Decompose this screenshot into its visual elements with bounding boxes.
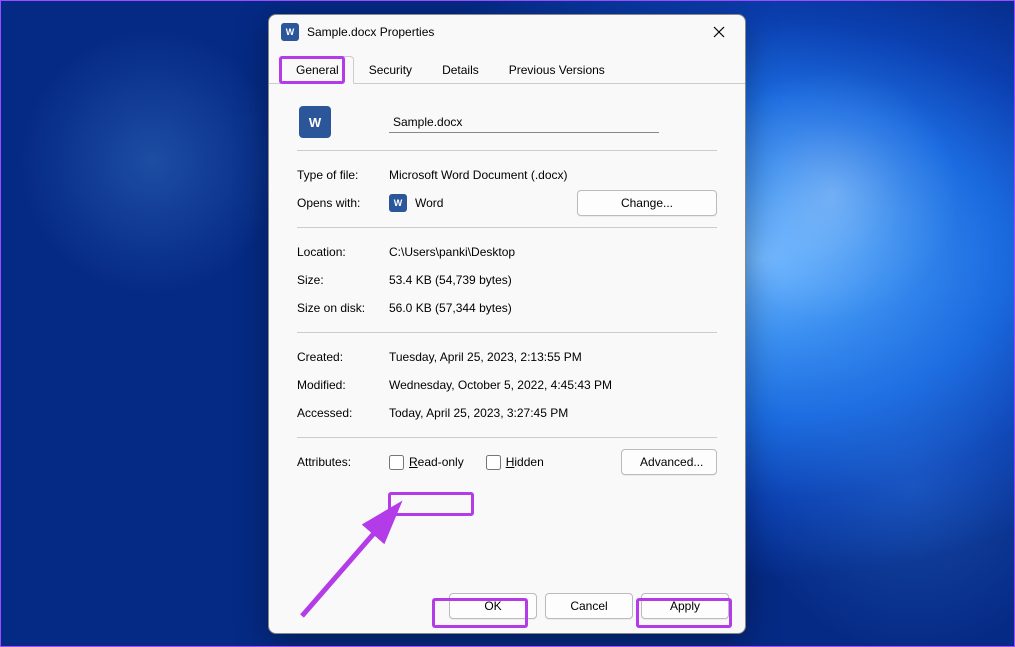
- word-app-icon: [389, 194, 407, 212]
- modified-label: Modified:: [297, 378, 389, 392]
- close-button[interactable]: [697, 17, 741, 47]
- separator: [297, 332, 717, 333]
- apply-button[interactable]: Apply: [641, 593, 729, 619]
- readonly-checkbox[interactable]: [389, 455, 404, 470]
- size-label: Size:: [297, 273, 389, 287]
- hidden-checkbox[interactable]: [486, 455, 501, 470]
- cancel-button[interactable]: Cancel: [545, 593, 633, 619]
- properties-dialog: Sample.docx Properties General Security …: [268, 14, 746, 634]
- created-value: Tuesday, April 25, 2023, 2:13:55 PM: [389, 350, 717, 364]
- separator: [297, 227, 717, 228]
- advanced-button[interactable]: Advanced...: [621, 449, 717, 475]
- document-icon: [299, 106, 331, 138]
- modified-value: Wednesday, October 5, 2022, 4:45:43 PM: [389, 378, 717, 392]
- tab-previous-versions[interactable]: Previous Versions: [494, 56, 620, 84]
- accessed-value: Today, April 25, 2023, 3:27:45 PM: [389, 406, 717, 420]
- size-on-disk-row: Size on disk: 56.0 KB (57,344 bytes): [297, 294, 717, 322]
- tab-content: Type of file: Microsoft Word Document (.…: [269, 84, 745, 581]
- opens-with-label: Opens with:: [297, 196, 389, 210]
- size-value: 53.4 KB (54,739 bytes): [389, 273, 717, 287]
- readonly-checkbox-wrap[interactable]: Read-only: [389, 455, 464, 470]
- accessed-row: Accessed: Today, April 25, 2023, 3:27:45…: [297, 399, 717, 427]
- tab-general[interactable]: General: [281, 56, 354, 84]
- modified-row: Modified: Wednesday, October 5, 2022, 4:…: [297, 371, 717, 399]
- size-on-disk-value: 56.0 KB (57,344 bytes): [389, 301, 717, 315]
- created-label: Created:: [297, 350, 389, 364]
- change-button[interactable]: Change...: [577, 190, 717, 216]
- location-label: Location:: [297, 245, 389, 259]
- close-icon: [713, 26, 725, 38]
- size-row: Size: 53.4 KB (54,739 bytes): [297, 266, 717, 294]
- hidden-checkbox-wrap[interactable]: Hidden: [486, 455, 544, 470]
- tab-details[interactable]: Details: [427, 56, 494, 84]
- dialog-footer: OK Cancel Apply: [269, 581, 745, 633]
- location-row: Location: C:\Users\panki\Desktop: [297, 238, 717, 266]
- opens-with-row: Opens with: Word Change...: [297, 189, 717, 217]
- tab-security[interactable]: Security: [354, 56, 427, 84]
- hidden-label: Hidden: [506, 455, 544, 469]
- attributes-label: Attributes:: [297, 455, 389, 469]
- location-value: C:\Users\panki\Desktop: [389, 245, 717, 259]
- ok-button[interactable]: OK: [449, 593, 537, 619]
- opens-with-app: Word: [415, 196, 443, 210]
- type-label: Type of file:: [297, 168, 389, 182]
- attributes-row: Attributes: Read-only Hidden Advanced...: [297, 448, 717, 476]
- word-file-icon: [281, 23, 299, 41]
- window-title: Sample.docx Properties: [307, 25, 697, 39]
- filename-input[interactable]: [389, 111, 659, 133]
- type-value: Microsoft Word Document (.docx): [389, 168, 717, 182]
- separator: [297, 437, 717, 438]
- tab-strip: General Security Details Previous Versio…: [269, 49, 745, 84]
- type-row: Type of file: Microsoft Word Document (.…: [297, 161, 717, 189]
- readonly-label: Read-only: [409, 455, 464, 469]
- separator: [297, 150, 717, 151]
- accessed-label: Accessed:: [297, 406, 389, 420]
- titlebar: Sample.docx Properties: [269, 15, 745, 49]
- created-row: Created: Tuesday, April 25, 2023, 2:13:5…: [297, 343, 717, 371]
- filename-row: [297, 100, 717, 138]
- size-on-disk-label: Size on disk:: [297, 301, 389, 315]
